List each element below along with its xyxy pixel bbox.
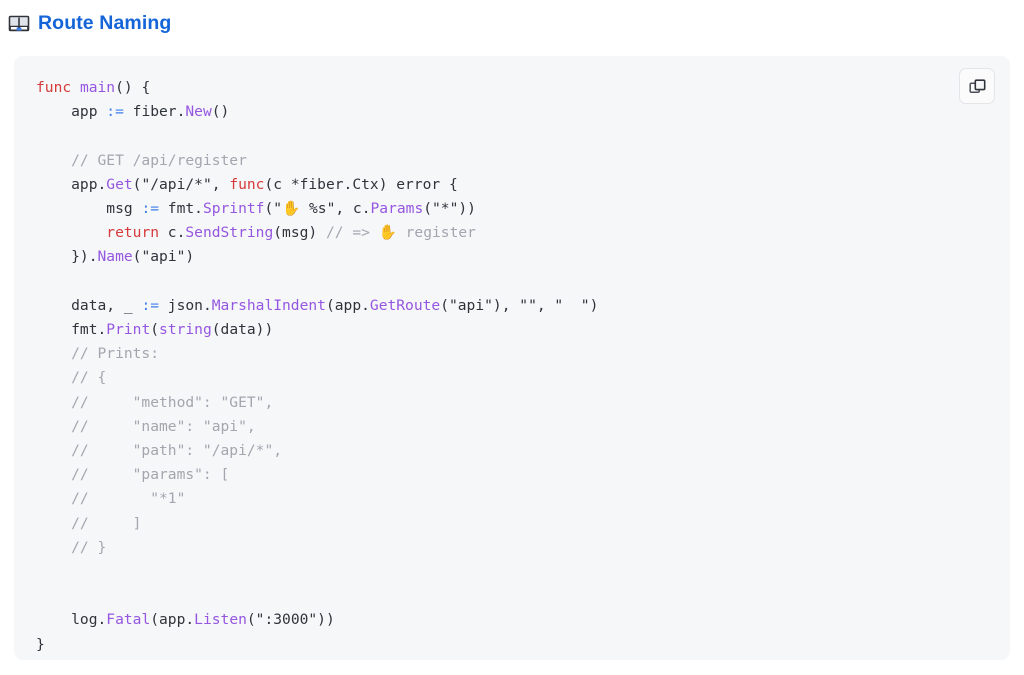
code-token: MarshalIndent bbox=[211, 296, 326, 314]
code-token: json. bbox=[159, 296, 212, 314]
code-token: log. bbox=[36, 611, 107, 629]
code-token: := bbox=[141, 200, 160, 218]
code-token: // "*1" bbox=[36, 490, 186, 508]
code-token: // "method": "GET", bbox=[36, 393, 274, 411]
code-token: (data)) bbox=[211, 321, 274, 339]
code-token: Params bbox=[370, 200, 424, 218]
page-title-text: Route Naming bbox=[38, 11, 172, 34]
code-block: func main() { app := fiber.New() // GET … bbox=[14, 56, 1010, 660]
code-token: (app. bbox=[325, 296, 370, 314]
code-token: // "name": "api", bbox=[36, 417, 256, 435]
code-token: // Prints: bbox=[36, 345, 160, 363]
code-token: main bbox=[79, 79, 116, 96]
code-token: GetRoute bbox=[369, 296, 441, 314]
code-token: New bbox=[185, 103, 212, 121]
code-token: ("*")) bbox=[423, 200, 476, 218]
code-token: ( bbox=[150, 321, 160, 339]
code-token: // { bbox=[36, 369, 107, 387]
code-token: (":3000")) bbox=[246, 611, 335, 629]
code-token: // } bbox=[36, 538, 107, 556]
code-token: Sprintf bbox=[202, 200, 265, 218]
code-token: return bbox=[106, 224, 160, 242]
code-token: Get bbox=[106, 175, 133, 193]
code-token: // ] bbox=[36, 514, 142, 532]
code-token: SendString bbox=[185, 224, 274, 242]
code-token: := bbox=[141, 296, 160, 314]
code-token: () { bbox=[115, 79, 151, 96]
code-token: fmt. bbox=[36, 321, 107, 339]
code-token: // "path": "/api/*", bbox=[36, 442, 283, 460]
code-token: msg bbox=[36, 200, 142, 218]
code-token: // GET /api/register bbox=[36, 151, 247, 169]
code-token: func bbox=[229, 175, 265, 193]
code-token: (c *fiber.Ctx) error { bbox=[264, 175, 458, 193]
code-token: (" bbox=[264, 200, 283, 218]
code-token: Fatal bbox=[106, 611, 151, 629]
code-token: := bbox=[106, 103, 124, 121]
code-token: app bbox=[36, 103, 107, 121]
code-token: fmt. bbox=[159, 200, 203, 218]
code-token: c. bbox=[159, 224, 186, 242]
code-token: (app. bbox=[150, 611, 195, 629]
code-token: %s", c. bbox=[300, 200, 371, 218]
code-token: data, _ bbox=[36, 296, 142, 314]
code-token: fiber. bbox=[123, 103, 186, 121]
code-token: // => bbox=[325, 224, 379, 242]
code-token: string bbox=[159, 321, 212, 339]
code-token: ("/api/*", bbox=[132, 175, 230, 193]
code-token: } bbox=[36, 635, 45, 653]
code-token: app. bbox=[36, 175, 107, 193]
code-token: Print bbox=[106, 321, 151, 339]
code-token: }). bbox=[36, 248, 98, 266]
code-token: () bbox=[211, 103, 230, 121]
code-token: ✋ bbox=[378, 224, 397, 242]
code-token: Name bbox=[97, 248, 133, 266]
code-token: ✋ bbox=[282, 200, 301, 218]
code-token: // "params": [ bbox=[36, 466, 230, 484]
code-content: func main() { app := fiber.New() // GET … bbox=[36, 76, 950, 657]
page-root: Route Naming func main() { app := fiber.… bbox=[0, 0, 1024, 675]
page-title: Route Naming bbox=[8, 8, 171, 38]
code-token: register bbox=[396, 224, 476, 242]
code-token: ("api"), "", " ") bbox=[440, 296, 599, 314]
open-book-icon bbox=[8, 13, 30, 35]
code-token: (msg) bbox=[273, 224, 326, 242]
code-token: ("api") bbox=[132, 248, 195, 266]
code-token: Listen bbox=[194, 611, 247, 629]
code-scroll-area[interactable]: func main() { app := fiber.New() // GET … bbox=[14, 56, 1010, 660]
code-token: func bbox=[36, 79, 72, 96]
